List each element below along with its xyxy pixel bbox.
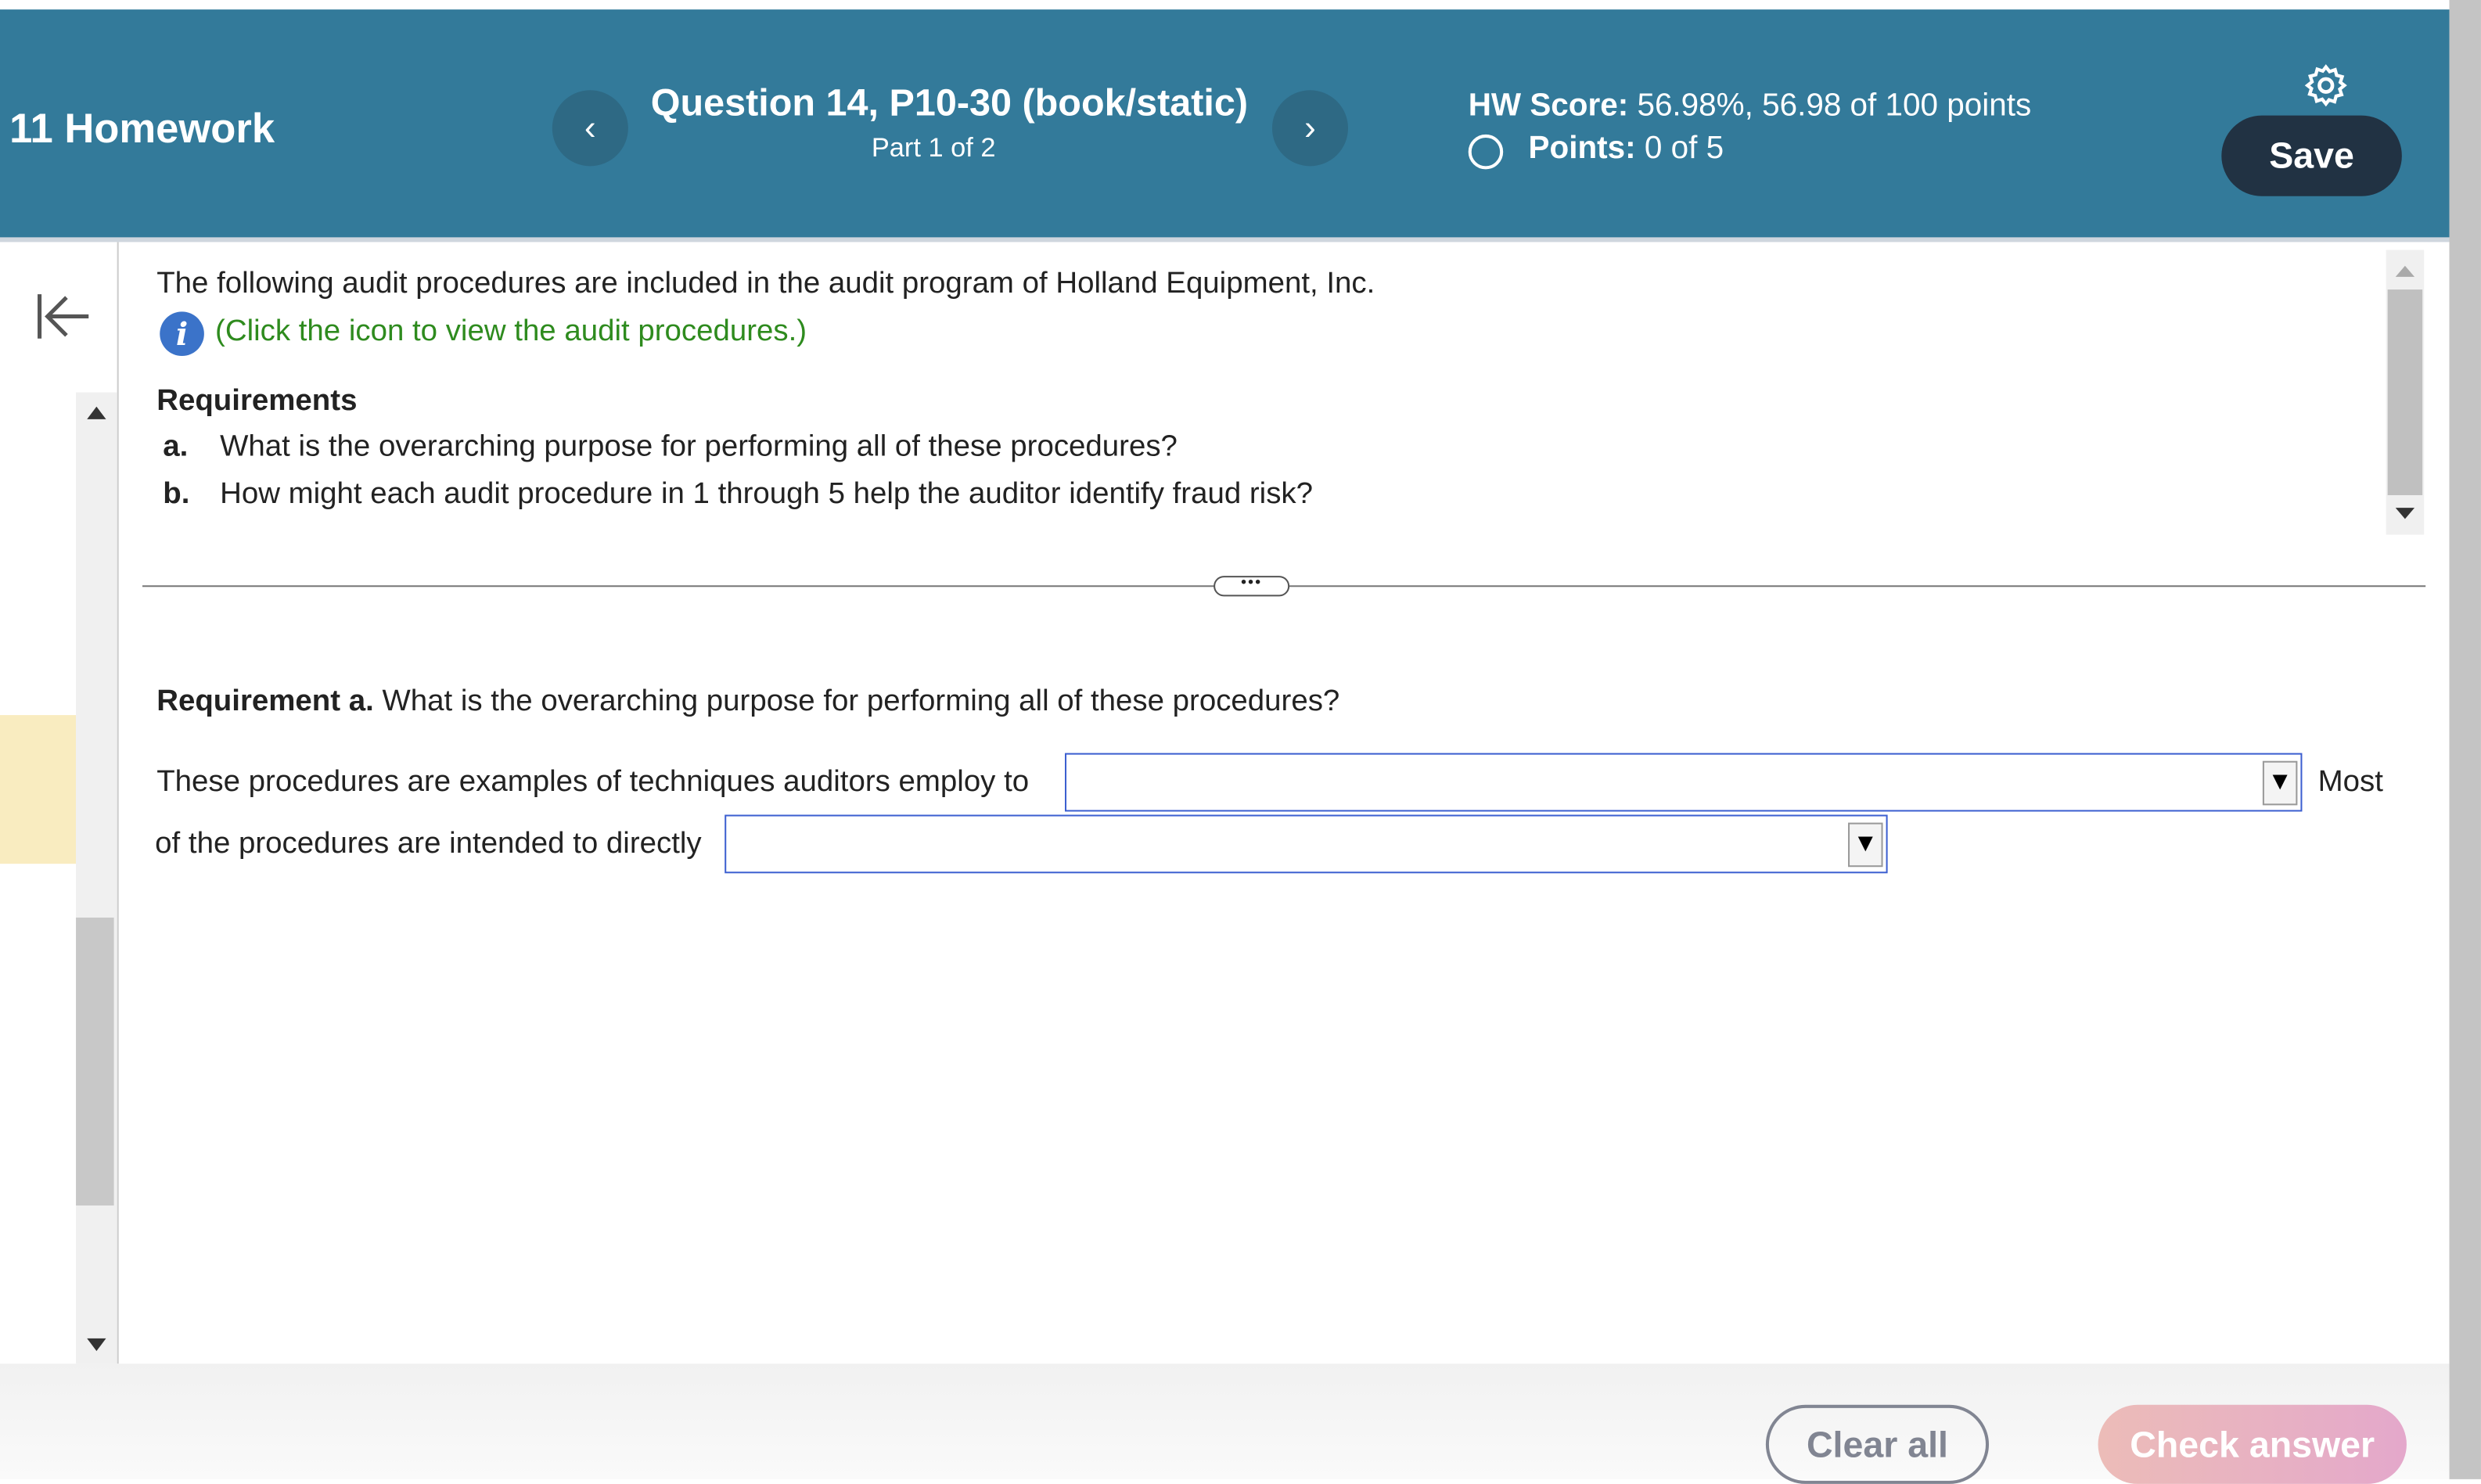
hw-score-label: HW Score:	[1468, 88, 1629, 124]
hw-score: HW Score: 56.98%, 56.98 of 100 points	[1469, 88, 2031, 125]
question-title: Question 14, P10-30 (book/static)	[650, 82, 1249, 125]
requirement-a-text: What is the overarching purpose for perf…	[373, 685, 1340, 719]
resize-handle-icon[interactable]: •••	[1214, 575, 1290, 597]
requirements-heading: Requirements	[156, 384, 358, 418]
highlight-marker	[0, 715, 77, 864]
requirement-letter: a.	[163, 430, 189, 464]
dropdown-arrow-icon[interactable]: ▼	[2262, 760, 2298, 806]
header: 11 Homework ‹ Question 14, P10-30 (book/…	[0, 9, 2450, 241]
requirement-a-prompt: Requirement a. What is the overarching p…	[156, 685, 1339, 720]
page-scrollbar[interactable]	[2449, 0, 2481, 1479]
check-answer-button[interactable]: Check answer	[2098, 1404, 2407, 1484]
left-panel-border	[117, 242, 119, 1364]
points-label: Points:	[1528, 131, 1636, 167]
scroll-down-icon[interactable]	[87, 1338, 106, 1352]
assignment-title: 11 Homework	[9, 104, 275, 153]
requirement-letter: b.	[163, 477, 190, 512]
stage: 11 Homework ‹ Question 14, P10-30 (book/…	[0, 0, 2481, 1484]
footer: Clear all Check answer	[0, 1364, 2450, 1484]
collapse-left-icon[interactable]	[34, 291, 92, 342]
chevron-left-icon: ‹	[584, 107, 596, 148]
sentence-2: of the procedures are intended to direct…	[155, 827, 702, 861]
requirement-text: How might each audit procedure in 1 thro…	[220, 477, 1314, 512]
top-pane-scrollbar-thumb[interactable]	[2387, 289, 2423, 495]
requirement-text: What is the overarching purpose for perf…	[220, 430, 1178, 464]
clear-all-button[interactable]: Clear all	[1765, 1404, 1990, 1484]
points: Points: 0 of 5	[1529, 131, 1724, 168]
points-status-circle-icon	[1468, 134, 1504, 170]
top-pane-scrollbar[interactable]	[2386, 250, 2425, 535]
gear-icon[interactable]	[2303, 63, 2348, 108]
next-question-button[interactable]: ›	[1271, 90, 1348, 167]
header-divider	[0, 237, 2450, 243]
part-indicator: Part 1 of 2	[871, 132, 996, 163]
left-scrollbar[interactable]	[76, 392, 117, 1364]
intent-dropdown[interactable]: ▼	[725, 814, 1888, 874]
scroll-up-icon[interactable]	[87, 406, 106, 419]
left-scrollbar-thumb[interactable]	[76, 917, 114, 1206]
intro-text: The following audit procedures are inclu…	[156, 267, 1375, 301]
points-value: 0 of 5	[1644, 131, 1724, 167]
hw-score-value: 56.98%, 56.98 of 100 points	[1637, 88, 2032, 124]
save-button[interactable]: Save	[2221, 115, 2402, 196]
sentence-1: These procedures are examples of techniq…	[156, 765, 1030, 799]
info-icon[interactable]: i	[160, 311, 204, 357]
purpose-dropdown[interactable]: ▼	[1065, 753, 2303, 812]
after-dropdown-text: Most	[2317, 765, 2383, 799]
previous-question-button[interactable]: ‹	[552, 90, 628, 167]
chevron-right-icon: ›	[1304, 107, 1316, 148]
scroll-up-icon[interactable]	[2395, 265, 2415, 277]
dropdown-arrow-icon[interactable]: ▼	[1848, 822, 1883, 868]
info-link[interactable]: (Click the icon to view the audit proced…	[215, 314, 807, 349]
scroll-down-icon[interactable]	[2395, 508, 2415, 519]
requirement-a-label: Requirement a.	[156, 685, 374, 719]
